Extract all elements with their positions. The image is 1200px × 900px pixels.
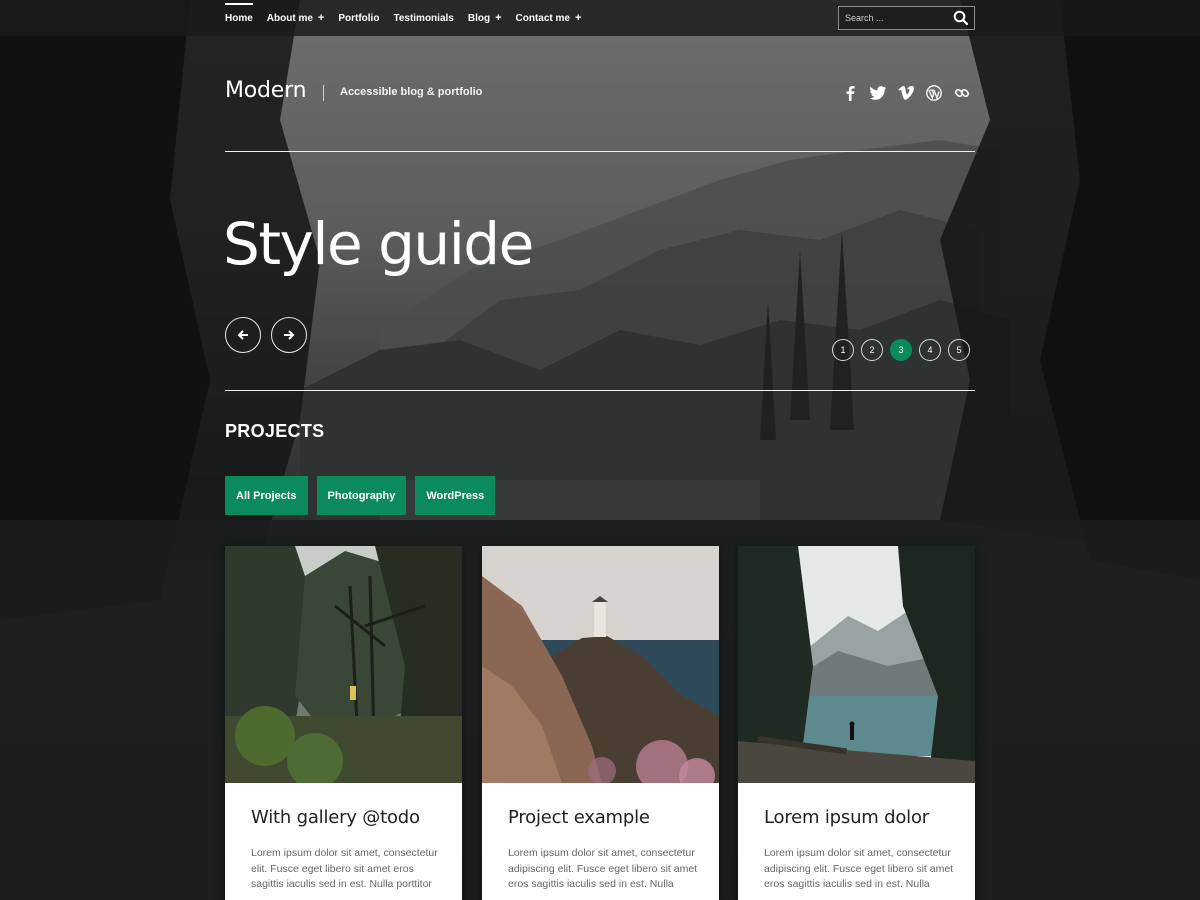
site-tagline: Accessible blog & portfolio — [340, 86, 483, 98]
hero-title[interactable]: Style guide — [223, 210, 534, 278]
nav-label: Testimonials — [393, 12, 454, 24]
project-title[interactable]: With gallery @todo — [251, 807, 420, 828]
nav-item-home[interactable]: Home — [225, 0, 253, 36]
project-title[interactable]: Lorem ipsum dolor — [764, 807, 929, 828]
nav-item-testimonials[interactable]: Testimonials — [393, 0, 453, 36]
project-excerpt: Lorem ipsum dolor sit amet, consectetur … — [508, 847, 698, 890]
link-icon[interactable] — [952, 83, 972, 103]
site-title[interactable]: Modern — [225, 78, 307, 103]
social-links — [840, 83, 980, 103]
project-card[interactable]: Lorem ipsum dolor Lorem ipsum dolor sit … — [738, 546, 975, 900]
nav-item-contact-me[interactable]: Contact me + — [516, 0, 582, 36]
project-excerpt: Lorem ipsum dolor sit amet, consectetur … — [764, 847, 954, 890]
nav-label: About me — [266, 12, 313, 24]
slide-dot-1[interactable]: 1 — [832, 339, 854, 361]
filter-wordpress-button[interactable]: WordPress — [415, 476, 496, 515]
vimeo-icon[interactable] — [896, 83, 916, 103]
nav-item-blog[interactable]: Blog + — [468, 0, 502, 36]
primary-menu: Home About me + Portfolio Testimonials Bl… — [225, 0, 595, 36]
project-thumbnail-lake[interactable] — [738, 546, 975, 783]
project-title[interactable]: Project example — [508, 807, 650, 828]
nav-label: Home — [225, 12, 253, 24]
title-divider — [323, 85, 324, 101]
project-filters: All Projects Photography WordPress — [225, 476, 504, 515]
nav-label: Blog — [467, 12, 491, 24]
project-excerpt: Lorem ipsum dolor sit amet, consectetur … — [251, 847, 438, 890]
top-navigation-bar: Home About me + Portfolio Testimonials Bl… — [0, 0, 1200, 36]
nav-label: Portfolio — [338, 12, 380, 24]
next-slide-button[interactable] — [271, 317, 307, 353]
filter-all-projects-button[interactable]: All Projects — [225, 476, 308, 515]
previous-slide-button[interactable] — [225, 317, 261, 353]
arrow-left-icon — [237, 326, 249, 345]
search-form — [838, 6, 975, 30]
slide-dot-2[interactable]: 2 — [861, 339, 883, 361]
project-thumbnail-lighthouse[interactable] — [482, 546, 719, 783]
slide-pagination: 1 2 3 4 5 — [832, 339, 977, 361]
slide-dot-5[interactable]: 5 — [948, 339, 970, 361]
nav-item-portfolio[interactable]: Portfolio — [338, 0, 379, 36]
nav-item-about-me[interactable]: About me + — [267, 0, 325, 36]
filter-photography-button[interactable]: Photography — [316, 476, 407, 515]
project-thumbnail-forest[interactable] — [225, 546, 462, 783]
wordpress-icon[interactable] — [924, 83, 944, 103]
search-icon[interactable] — [953, 10, 969, 26]
search-input[interactable] — [839, 13, 949, 23]
facebook-icon[interactable] — [840, 83, 860, 103]
slide-dot-3[interactable]: 3 — [890, 339, 912, 361]
nav-label: Contact me — [515, 12, 570, 24]
project-card[interactable]: Project example Lorem ipsum dolor sit am… — [482, 546, 719, 900]
projects-heading: PROJECTS — [225, 421, 325, 441]
slide-dot-4[interactable]: 4 — [919, 339, 941, 361]
hero-divider — [225, 390, 975, 391]
arrow-right-icon — [283, 326, 295, 345]
header-divider — [225, 151, 975, 152]
submenu-plus-icon[interactable]: + — [318, 12, 324, 24]
submenu-plus-icon[interactable]: + — [495, 12, 501, 24]
project-card[interactable]: With gallery @todo Lorem ipsum dolor sit… — [225, 546, 462, 900]
submenu-plus-icon[interactable]: + — [575, 12, 581, 24]
twitter-icon[interactable] — [868, 83, 888, 103]
